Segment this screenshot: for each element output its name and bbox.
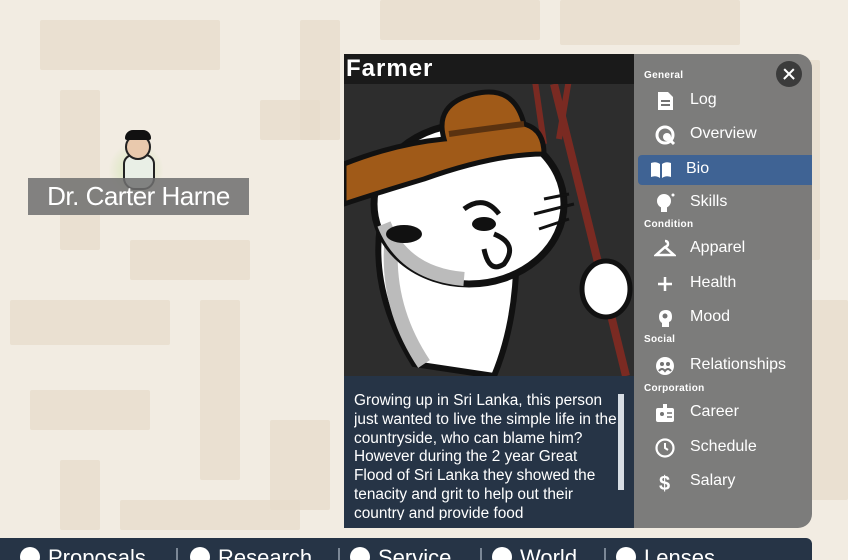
section-condition: Condition: [644, 219, 694, 230]
toolbar-divider: [604, 548, 606, 560]
tab-service[interactable]: Service: [350, 545, 451, 560]
tab-service-label: Service: [378, 545, 452, 560]
menu-item-apparel-label: Apparel: [690, 239, 746, 256]
head-icon: [654, 307, 676, 329]
dollar-icon: $: [654, 471, 676, 495]
menu-item-salary[interactable]: $ Salary: [634, 467, 812, 497]
character-hair: [125, 130, 151, 140]
menu-item-bio[interactable]: Bio: [638, 155, 812, 185]
menu-item-schedule-label: Schedule: [690, 438, 757, 455]
overview-icon: [654, 124, 676, 146]
character-nameplate[interactable]: Dr. Carter Harne: [28, 178, 249, 215]
menu-item-overview[interactable]: Overview: [634, 120, 812, 150]
bio-text: Growing up in Sri Lanka, this person jus…: [354, 392, 617, 520]
menu-item-health[interactable]: Health: [634, 269, 812, 299]
character-info-panel: Farmer Growing up in Sri Lanka, this per…: [344, 54, 812, 528]
menu-item-log-label: Log: [690, 91, 717, 108]
menu-item-log[interactable]: Log: [634, 86, 812, 116]
menu-item-bio-label: Bio: [686, 160, 710, 177]
document-icon: [654, 90, 676, 112]
menu-item-skills[interactable]: Skills: [634, 188, 812, 218]
service-icon: [350, 547, 370, 560]
id-badge-icon: [654, 402, 676, 424]
section-social: Social: [644, 334, 676, 345]
proposals-icon: [20, 547, 40, 560]
section-corporation: Corporation: [644, 383, 705, 394]
hanger-icon: [652, 238, 678, 260]
close-icon[interactable]: [776, 61, 802, 87]
toolbar-divider: [480, 548, 482, 560]
globe-icon: [492, 547, 512, 560]
menu-item-skills-label: Skills: [690, 193, 728, 210]
tab-research[interactable]: Research: [190, 545, 312, 560]
menu-item-mood[interactable]: Mood: [634, 303, 812, 333]
tab-proposals-label: Proposals: [48, 545, 146, 560]
book-icon: [650, 159, 672, 181]
portrait: Farmer: [344, 54, 634, 376]
farmer-portrait-illustration: [344, 84, 633, 376]
research-icon: [190, 547, 210, 560]
tab-lenses-label: Lenses: [644, 545, 715, 560]
lens-icon: [616, 547, 636, 560]
menu-item-career-label: Career: [690, 403, 739, 420]
bio-text-area[interactable]: Growing up in Sri Lanka, this person jus…: [344, 376, 634, 528]
lightbulb-icon: [654, 192, 676, 214]
menu-item-schedule[interactable]: Schedule: [634, 433, 812, 463]
svg-text:$: $: [659, 473, 670, 493]
menu-item-mood-label: Mood: [690, 308, 731, 325]
side-menu: General Log Overview Bio Skills Conditio…: [634, 54, 812, 528]
toolbar-divider: [176, 548, 178, 560]
relationships-icon: [654, 355, 676, 377]
tab-lenses[interactable]: Lenses: [616, 545, 715, 560]
menu-item-career[interactable]: Career: [634, 398, 812, 428]
menu-item-health-label: Health: [690, 274, 737, 291]
tab-research-label: Research: [218, 545, 313, 560]
plus-icon: [654, 273, 676, 295]
menu-item-apparel[interactable]: Apparel: [634, 234, 812, 264]
section-general: General: [644, 70, 684, 81]
bio-scrollbar[interactable]: [618, 394, 624, 490]
menu-item-overview-label: Overview: [690, 125, 757, 142]
tab-proposals[interactable]: Proposals: [20, 545, 146, 560]
menu-item-relationships-label: Relationships: [690, 356, 787, 373]
tab-world[interactable]: World: [492, 545, 577, 560]
tab-world-label: World: [520, 545, 578, 560]
menu-item-relationships[interactable]: Relationships: [634, 351, 812, 381]
menu-item-salary-label: Salary: [690, 472, 736, 489]
toolbar-divider: [338, 548, 340, 560]
clock-icon: [654, 437, 676, 459]
portrait-title: Farmer: [346, 55, 434, 82]
bottom-toolbar: Proposals Research Service World Lenses: [0, 538, 812, 560]
